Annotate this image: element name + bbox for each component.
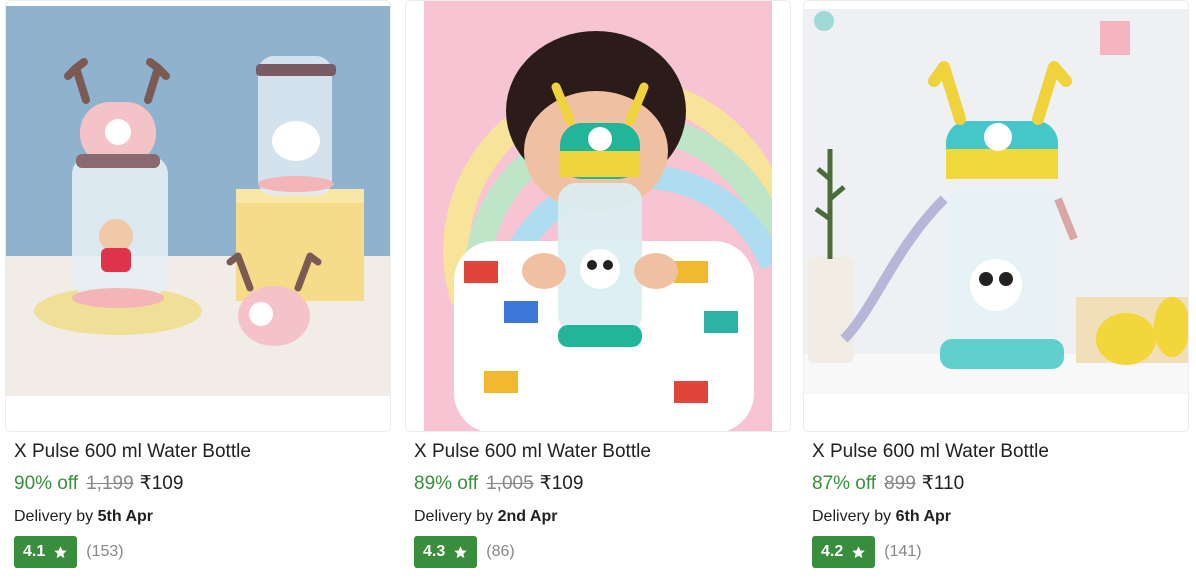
rating-row: 4.2 (141) bbox=[812, 536, 922, 568]
product-image[interactable] bbox=[804, 9, 1188, 394]
selling-price: ₹109 bbox=[539, 473, 584, 494]
original-price: 1,199 bbox=[86, 473, 134, 494]
star-icon bbox=[852, 545, 865, 558]
delivery-date: 5th Apr bbox=[97, 508, 153, 525]
discount-percent: 89% off bbox=[414, 473, 479, 494]
delivery-info: Delivery by 6th Apr bbox=[812, 508, 951, 526]
rating-count: (141) bbox=[884, 543, 922, 560]
product-title[interactable]: X Pulse 600 ml Water Bottle bbox=[14, 441, 251, 463]
star-icon bbox=[54, 545, 67, 558]
delivery-date: 2nd Apr bbox=[497, 508, 558, 525]
rating-row: 4.3 (86) bbox=[414, 536, 515, 568]
product-image-frame[interactable] bbox=[405, 0, 791, 432]
discount-percent: 90% off bbox=[14, 473, 79, 494]
rating-row: 4.1 (153) bbox=[14, 536, 124, 568]
product-grid: X Pulse 600 ml Water Bottle 90% off 1,199… bbox=[0, 0, 1196, 578]
price-row: 89% off 1,005 ₹109 bbox=[414, 472, 583, 495]
star-icon bbox=[454, 545, 467, 558]
product-title[interactable]: X Pulse 600 ml Water Bottle bbox=[414, 441, 651, 463]
rating-value: 4.3 bbox=[423, 543, 446, 560]
rating-count: (86) bbox=[486, 543, 515, 560]
delivery-info: Delivery by 5th Apr bbox=[14, 508, 153, 526]
product-image[interactable] bbox=[424, 1, 772, 431]
delivery-label: Delivery by bbox=[414, 508, 494, 525]
selling-price: ₹109 bbox=[139, 473, 184, 494]
price-row: 87% off 899 ₹110 bbox=[812, 472, 964, 495]
product-card[interactable]: X Pulse 600 ml Water Bottle 90% off 1,199… bbox=[5, 0, 391, 578]
price-row: 90% off 1,199 ₹109 bbox=[14, 472, 183, 495]
product-image-frame[interactable] bbox=[803, 0, 1189, 432]
product-card[interactable]: X Pulse 600 ml Water Bottle 87% off 899 ₹1… bbox=[803, 0, 1189, 578]
rating-count: (153) bbox=[86, 543, 124, 560]
rating-badge: 4.1 bbox=[14, 536, 78, 568]
product-image-frame[interactable] bbox=[5, 0, 391, 432]
product-image[interactable] bbox=[6, 6, 390, 396]
product-title[interactable]: X Pulse 600 ml Water Bottle bbox=[812, 441, 1049, 463]
rating-badge: 4.2 bbox=[812, 536, 876, 568]
rating-badge: 4.3 bbox=[414, 536, 478, 568]
original-price: 899 bbox=[884, 473, 916, 494]
selling-price: ₹110 bbox=[921, 473, 965, 494]
original-price: 1,005 bbox=[486, 473, 534, 494]
rating-value: 4.2 bbox=[821, 543, 844, 560]
rating-value: 4.1 bbox=[23, 543, 46, 560]
delivery-label: Delivery by bbox=[14, 508, 94, 525]
delivery-label: Delivery by bbox=[812, 508, 892, 525]
delivery-date: 6th Apr bbox=[895, 508, 951, 525]
delivery-info: Delivery by 2nd Apr bbox=[414, 508, 557, 526]
product-card[interactable]: X Pulse 600 ml Water Bottle 89% off 1,005… bbox=[405, 0, 791, 578]
discount-percent: 87% off bbox=[812, 473, 877, 494]
